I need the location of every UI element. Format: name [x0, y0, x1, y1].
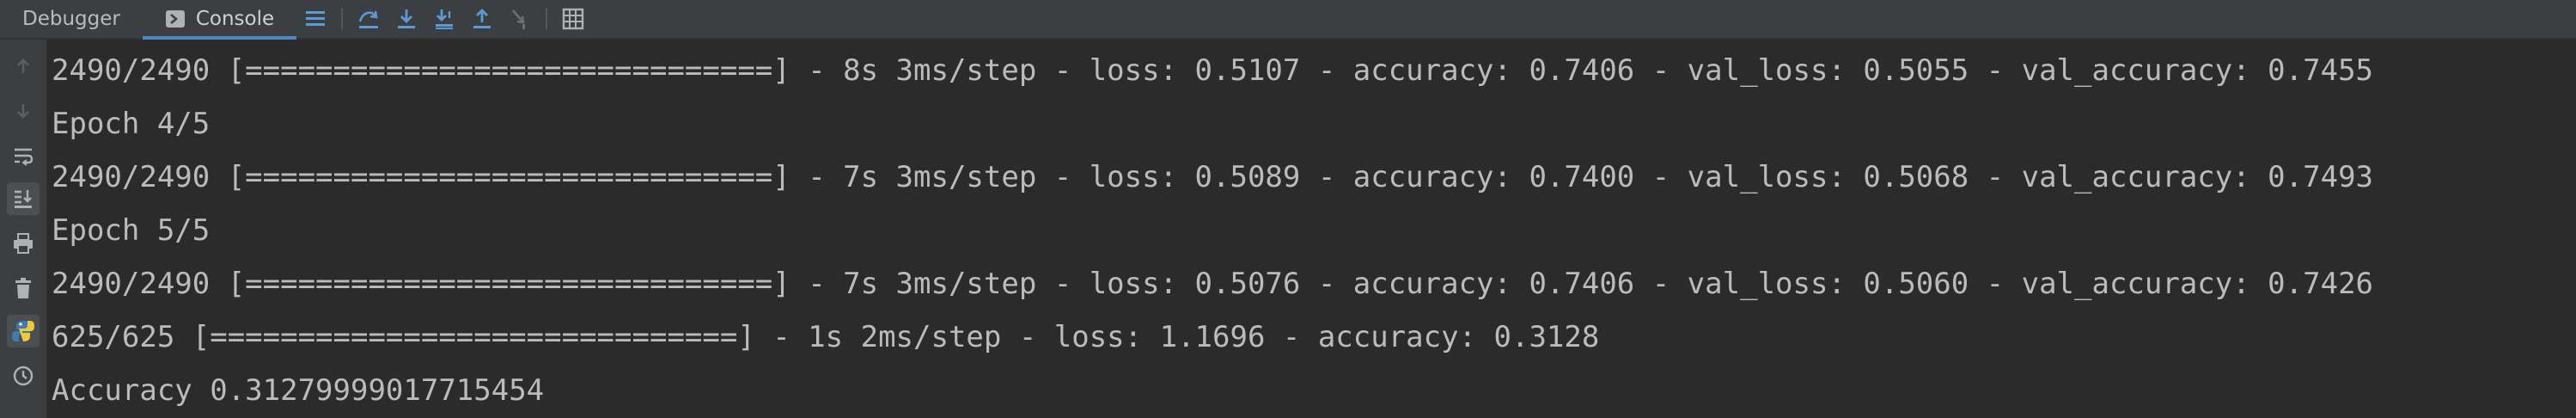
up-arrow-icon[interactable] — [7, 50, 40, 83]
console-output[interactable]: 2490/2490 [=============================… — [52, 40, 2569, 418]
trash-icon[interactable] — [7, 272, 40, 304]
console-line: 2490/2490 [=============================… — [52, 267, 2374, 301]
print-icon[interactable] — [7, 227, 40, 260]
step-out-icon[interactable] — [463, 0, 501, 38]
tab-console[interactable]: Console — [142, 0, 297, 40]
tab-console-label: Console — [195, 8, 275, 30]
console-side-toolbar — [0, 40, 47, 418]
console-line: Epoch 5/5 — [52, 213, 211, 248]
step-over-icon[interactable] — [350, 0, 388, 38]
console-line: Accuracy 0.31279999017715454 — [52, 373, 545, 408]
scroll-to-end-icon[interactable] — [7, 182, 40, 215]
history-icon[interactable] — [7, 360, 40, 392]
force-step-into-icon[interactable] — [425, 0, 463, 38]
run-to-cursor-icon[interactable] — [501, 0, 539, 38]
console-line: 2490/2490 [=============================… — [52, 160, 2374, 194]
down-arrow-icon[interactable] — [7, 95, 40, 127]
console-line: Epoch 4/5 — [52, 107, 211, 141]
console-line: 2490/2490 [=============================… — [52, 53, 2374, 88]
soft-wrap-icon[interactable] — [7, 139, 40, 172]
toolbar-separator — [546, 8, 548, 30]
tool-window-tabbar: Debugger Console — [0, 0, 2576, 40]
debug-console-window: Debugger Console 2490/2490 [============… — [0, 0, 2576, 418]
tab-debugger[interactable]: Debugger — [0, 0, 143, 38]
step-into-icon[interactable] — [388, 0, 425, 38]
toolbar-separator — [341, 8, 344, 30]
python-console-icon[interactable] — [7, 315, 40, 347]
menu-lines-icon[interactable] — [296, 0, 334, 38]
tab-debugger-label: Debugger — [22, 8, 120, 30]
console-line: 625/625 [==============================]… — [52, 320, 1600, 354]
evaluate-table-icon[interactable] — [554, 0, 592, 38]
console-icon — [165, 9, 186, 29]
